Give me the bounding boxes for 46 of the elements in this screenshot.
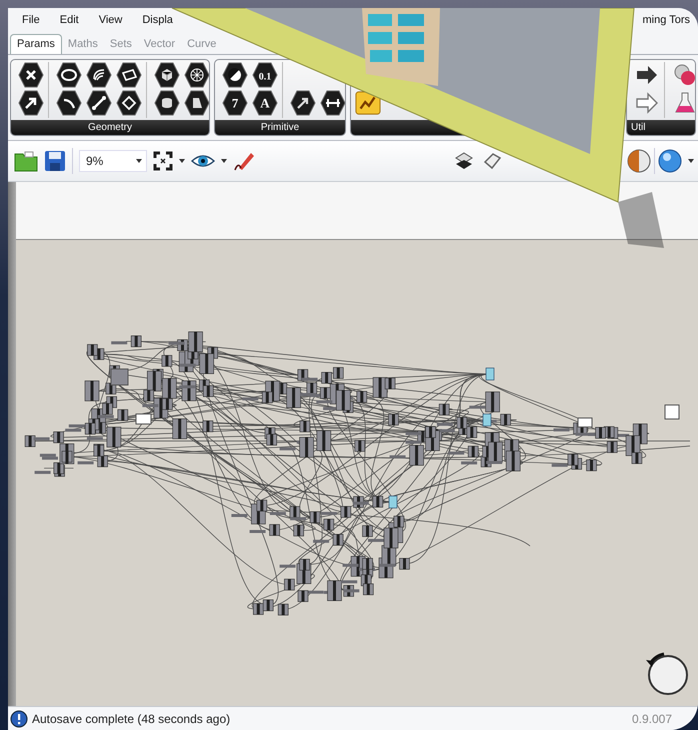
group-label: Util — [631, 122, 646, 133]
group-label: Primitive — [260, 122, 300, 133]
spiral-icon[interactable] — [86, 62, 112, 88]
caret-icon[interactable] — [688, 159, 694, 163]
layers-icon[interactable] — [453, 150, 475, 172]
number-icon[interactable]: 0.1 — [252, 62, 278, 88]
navigation-compass-icon[interactable] — [646, 652, 688, 695]
window-title: ming Tors — [642, 14, 690, 26]
canvas-area[interactable] — [16, 182, 698, 706]
surface-icon[interactable] — [184, 90, 209, 116]
menu-item[interactable]: View — [98, 14, 122, 26]
tab[interactable]: Params — [10, 34, 62, 54]
caret-icon[interactable] — [221, 159, 227, 163]
eye-icon[interactable] — [191, 153, 215, 169]
folder-icon[interactable] — [14, 150, 38, 172]
caret-icon[interactable] — [136, 159, 142, 163]
group-label: Geometry — [88, 122, 132, 133]
sphere-mesh-icon[interactable] — [184, 62, 209, 88]
spheres-icon[interactable] — [672, 62, 695, 88]
scrollbar[interactable] — [8, 182, 16, 706]
menu-item[interactable]: Edit — [60, 14, 79, 26]
sphere-icon[interactable] — [658, 149, 682, 173]
arc-icon[interactable] — [56, 90, 82, 116]
zoom-dropdown[interactable]: 9% — [79, 150, 147, 172]
cylinder-icon[interactable] — [154, 90, 180, 116]
pen-icon[interactable] — [233, 150, 255, 172]
number-icon[interactable]: A — [252, 90, 278, 116]
tag-icon[interactable] — [481, 150, 503, 172]
save-icon[interactable] — [44, 150, 66, 172]
menu-item[interactable]: Displa — [142, 14, 173, 26]
number-icon[interactable]: 7 — [222, 90, 248, 116]
status-message: Autosave complete (48 seconds ago) — [32, 712, 230, 726]
close-icon[interactable] — [18, 62, 44, 88]
plane-icon[interactable] — [116, 62, 142, 88]
frame-shadow — [618, 192, 664, 248]
caret-icon[interactable] — [179, 159, 185, 163]
arrow-icon[interactable] — [18, 90, 44, 116]
shaded-sphere-icon[interactable] — [627, 149, 651, 173]
menu-item[interactable]: File — [22, 14, 40, 26]
zoom-extents-icon[interactable] — [153, 151, 173, 171]
cube-icon[interactable] — [154, 62, 180, 88]
line-icon[interactable] — [86, 90, 112, 116]
version-label: 0.9.007 — [632, 712, 672, 726]
vector-arrow-icon[interactable] — [290, 90, 316, 116]
diamond-icon[interactable] — [116, 90, 142, 116]
dimension-icon[interactable] — [320, 90, 345, 116]
